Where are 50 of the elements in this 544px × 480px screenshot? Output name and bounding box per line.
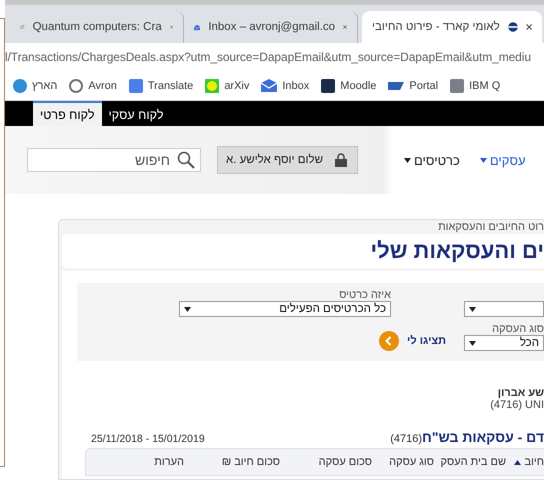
bookmark[interactable]: Portal [388, 80, 438, 92]
dropdown[interactable] [464, 301, 544, 317]
bookmark[interactable]: הארץ [13, 78, 58, 92]
address-bar[interactable]: l/Transactions/ChargesDeals.aspx?utm_source=DapapEmail&utm_source=DapapEmail&utm_mediu [5, 50, 531, 64]
bookmark[interactable]: IBM Q [450, 78, 500, 92]
field-label: איזה כרטיס [339, 289, 391, 301]
card-dropdown[interactable]: כל הכרטיסים הפעילים [179, 301, 391, 317]
nav-link[interactable]: עסקים [480, 152, 526, 168]
bookmark[interactable]: Inbox [261, 79, 310, 92]
bookmark[interactable]: Translate [128, 78, 194, 92]
sort-arrow-icon [514, 460, 522, 464]
type-dropdown[interactable]: הכל [464, 335, 544, 351]
bookmark[interactable]: arXiv [205, 78, 250, 92]
bookmark-icon [388, 82, 404, 90]
nav-link[interactable]: כרטיסים [404, 152, 460, 168]
dropdown-caret-icon [184, 306, 191, 312]
search-icon [177, 151, 195, 169]
search-field[interactable]: חיפוש [27, 148, 201, 172]
column-header[interactable]: שם בית העסק [434, 456, 506, 468]
arrow-circle-icon [379, 331, 400, 351]
bookmark-icon [13, 78, 27, 92]
mail-icon [261, 79, 278, 92]
bookmark-icon [321, 78, 336, 92]
breadcrumb: רוט החיובים והעסקאות [437, 220, 544, 234]
column-header[interactable]: סכום חיוב ₪ [184, 456, 280, 468]
browser-tab[interactable]: לאומי קארד - פירוט החיובי [362, 11, 542, 43]
bookmark-icon [450, 78, 464, 92]
card-owner: שע אברון [498, 387, 544, 399]
column-header[interactable]: חיוב [506, 456, 544, 468]
date-range: 25/11/2018 - 15/01/2019 [91, 433, 205, 445]
page-title: ים והעסקאות שלי [370, 238, 544, 264]
show-button[interactable]: תציגו לי [77, 331, 446, 351]
greeting-button[interactable]: שלום יוסף אלישע .א [217, 146, 358, 174]
field-label: סוג העסקה [492, 323, 544, 335]
dropdown-caret-icon [469, 340, 476, 346]
dropdown-caret-icon [404, 158, 411, 162]
column-header[interactable]: סוג עסקה [372, 456, 434, 468]
card-number: (4716) UNI [490, 399, 544, 411]
bookmark[interactable]: Moodle [321, 78, 376, 92]
column-header[interactable]: הערות [134, 456, 184, 468]
lock-icon [335, 153, 347, 167]
bookmark-icon [128, 78, 143, 92]
column-header[interactable]: סכום עסקה [280, 456, 372, 468]
smiley-icon [205, 78, 220, 92]
bookmark-icon [69, 78, 84, 92]
customer-tab[interactable]: לקוח פרטי [33, 101, 102, 126]
dropdown-caret-icon [469, 306, 476, 312]
bookmark[interactable]: Avron [69, 78, 117, 92]
close-icon[interactable] [526, 22, 532, 32]
dropdown-caret-icon [480, 158, 487, 162]
